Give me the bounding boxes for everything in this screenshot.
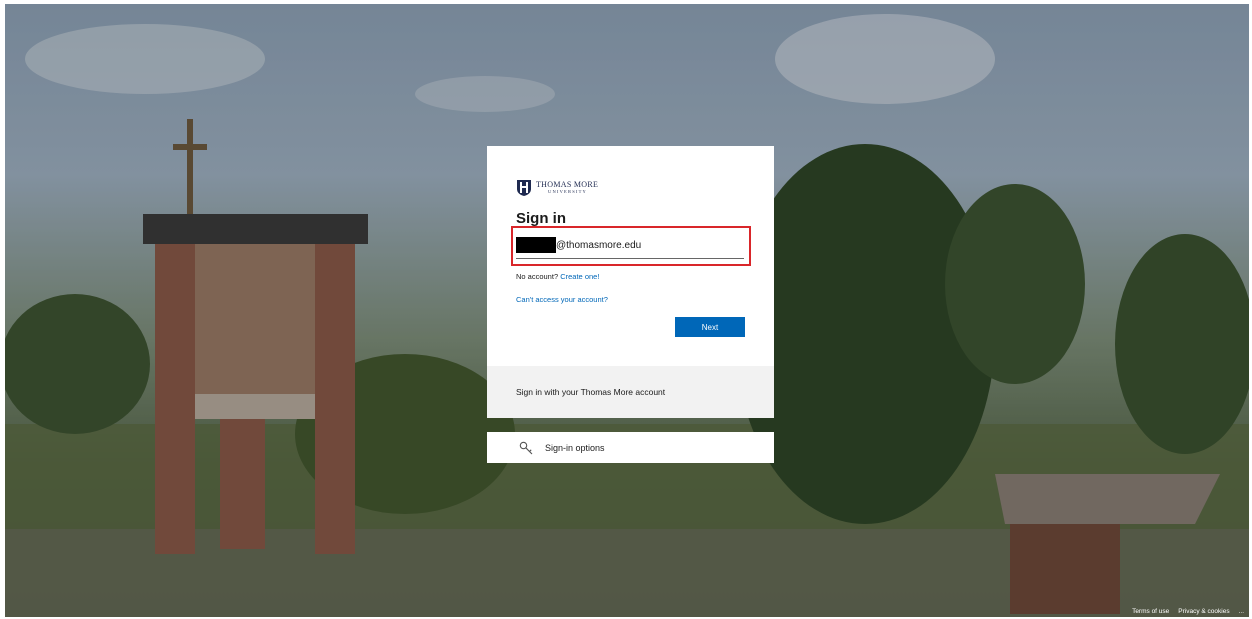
logo-text-line2: UNIVERSITY	[548, 189, 587, 195]
create-account-link[interactable]: Create one!	[560, 272, 599, 281]
shield-logo-icon	[517, 180, 531, 196]
key-icon	[519, 441, 533, 454]
signin-options-label: Sign-in options	[545, 442, 605, 453]
footer-links: Terms of use Privacy & cookies ...	[1132, 608, 1244, 615]
university-logo: THOMAS MORE UNIVERSITY	[516, 179, 598, 197]
signin-options-button[interactable]: Sign-in options	[487, 432, 774, 463]
privacy-link[interactable]: Privacy & cookies	[1178, 608, 1229, 615]
cant-access-link[interactable]: Can't access your account?	[516, 295, 608, 304]
page-title: Sign in	[516, 210, 566, 227]
more-options-link[interactable]: ...	[1239, 608, 1244, 615]
signin-footer-band: Sign in with your Thomas More account	[487, 366, 774, 418]
signin-card: THOMAS MORE UNIVERSITY Sign in @thomasmo…	[487, 146, 774, 418]
terms-link[interactable]: Terms of use	[1132, 608, 1169, 615]
signin-footer-text: Sign in with your Thomas More account	[516, 387, 666, 397]
email-highlight-box	[511, 226, 751, 266]
next-button[interactable]: Next	[675, 317, 745, 337]
logo-text-line1: THOMAS MORE	[536, 180, 599, 190]
no-account-text: No account? Create one!	[516, 272, 600, 281]
